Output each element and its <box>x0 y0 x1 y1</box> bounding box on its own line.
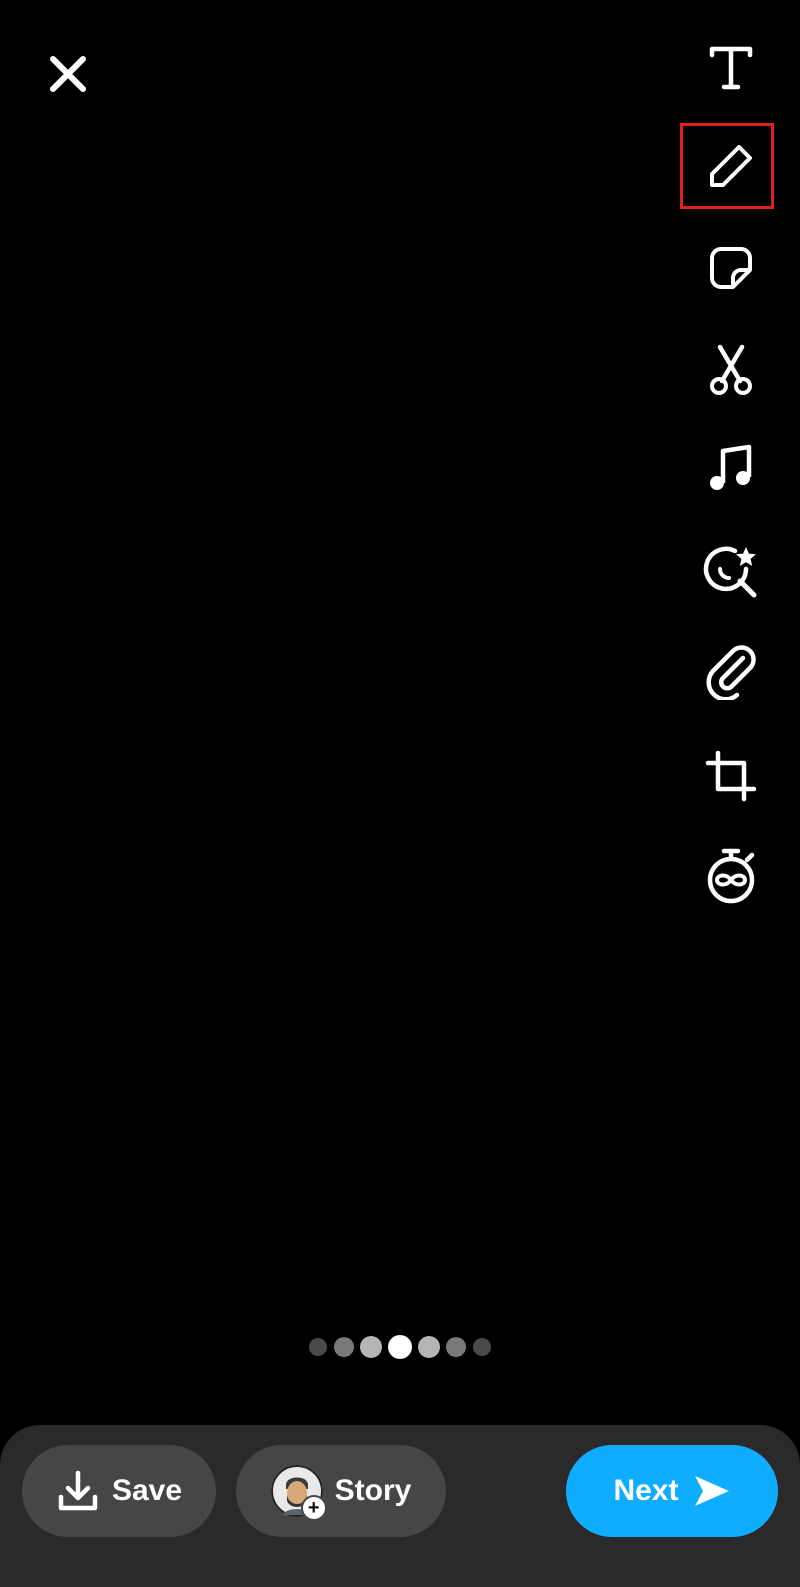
story-button[interactable]: + Story <box>236 1445 446 1537</box>
magnifier-star-icon <box>703 546 757 598</box>
page-dot-active[interactable] <box>388 1335 412 1359</box>
story-label: Story <box>334 1474 412 1507</box>
timer-tool-button[interactable] <box>691 836 771 916</box>
paperclip-icon <box>706 645 756 700</box>
text-tool-button[interactable] <box>691 28 771 108</box>
close-icon <box>50 56 86 92</box>
save-label: Save <box>111 1474 183 1507</box>
sticker-tool-button[interactable] <box>691 228 771 308</box>
page-dot[interactable] <box>418 1336 440 1358</box>
next-button[interactable]: Next <box>566 1445 778 1537</box>
sticker-icon <box>710 247 752 289</box>
page-dot[interactable] <box>334 1337 354 1357</box>
page-dot[interactable] <box>446 1337 466 1357</box>
send-arrow-icon <box>694 1476 729 1506</box>
draw-tool-button[interactable] <box>691 126 771 206</box>
save-button[interactable]: Save <box>22 1445 216 1537</box>
bottom-action-bar: Save + Story Next <box>0 1425 800 1587</box>
stopwatch-infinity-icon <box>707 848 755 904</box>
download-icon <box>58 1470 98 1511</box>
avatar: + <box>270 1465 327 1521</box>
crop-icon <box>705 750 757 802</box>
scissors-tool-button[interactable] <box>691 330 771 410</box>
music-tool-button[interactable] <box>691 428 771 508</box>
tool-sidebar <box>0 0 800 1000</box>
page-dot[interactable] <box>309 1338 327 1356</box>
add-story-icon: + <box>300 1495 327 1521</box>
page-dot[interactable] <box>360 1336 382 1358</box>
next-label: Next <box>613 1474 679 1507</box>
close-button[interactable] <box>40 46 96 102</box>
scissors-icon <box>710 344 752 395</box>
text-icon <box>709 46 753 90</box>
page-dot[interactable] <box>473 1338 491 1356</box>
lens-tool-button[interactable] <box>691 532 771 612</box>
attachment-tool-button[interactable] <box>691 632 771 712</box>
crop-tool-button[interactable] <box>691 736 771 816</box>
music-note-icon <box>710 444 752 490</box>
page-indicator <box>0 1333 800 1361</box>
pencil-icon <box>710 145 752 187</box>
